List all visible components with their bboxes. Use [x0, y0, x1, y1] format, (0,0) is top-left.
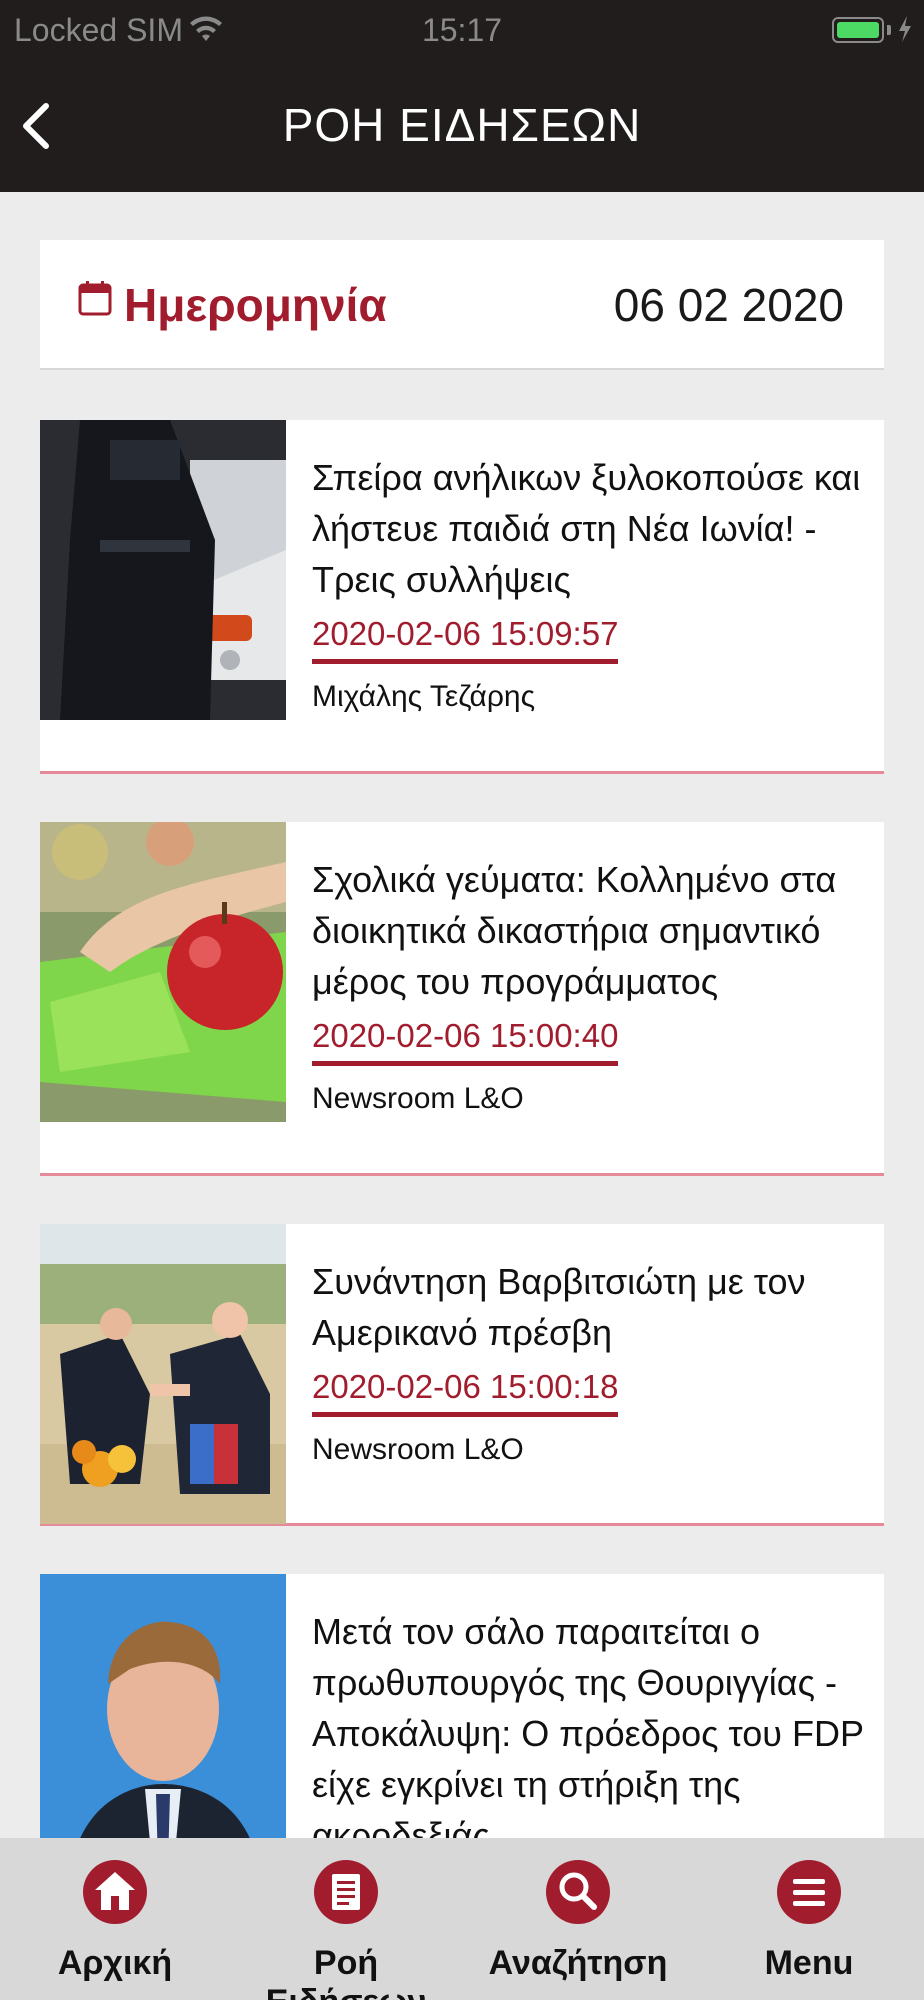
news-item[interactable]: Συνάντηση Βαρβιτσιώτη με τον Αμερικανό π…	[40, 1224, 884, 1526]
news-author: Newsroom L&O	[312, 1433, 524, 1466]
news-author: Newsroom L&O	[312, 1082, 524, 1115]
news-timestamp: 2020-02-06 15:00:40	[312, 1017, 619, 1066]
news-feed-icon	[314, 1860, 378, 1924]
news-timestamp: 2020-02-06 15:09:57	[312, 615, 619, 664]
tab-menu[interactable]: Menu	[714, 1838, 904, 2000]
news-thumbnail	[40, 1574, 286, 1874]
tab-label: Menu	[764, 1944, 854, 1982]
news-thumbnail	[40, 1224, 286, 1524]
bottom-tab-bar: Αρχική Ροή Ειδήσεων Αναζήτηση	[0, 1838, 924, 2000]
battery-icon	[832, 17, 884, 43]
tab-news-feed[interactable]: Ροή Ειδήσεων	[230, 1838, 462, 2000]
page-title: ΡΟΗ ΕΙΔΗΣΕΩΝ	[282, 99, 642, 151]
calendar-icon	[78, 281, 112, 316]
search-icon	[546, 1860, 610, 1924]
news-item[interactable]: Σχολικά γεύματα: Κολλημένο στα διοικητικ…	[40, 822, 884, 1176]
status-bar: Locked SIM 15:17	[0, 0, 924, 62]
tab-home[interactable]: Αρχική	[20, 1838, 210, 2000]
date-label: Ημερομηνία	[124, 279, 387, 331]
tab-search[interactable]: Αναζήτηση	[480, 1838, 676, 2000]
home-icon	[83, 1860, 147, 1924]
charging-bolt-icon	[899, 16, 911, 42]
date-filter-card[interactable]: Ημερομηνία 06 02 2020	[40, 240, 884, 370]
news-title[interactable]: Σπείρα ανήλικων ξυλοκοπούσε και λήστευε …	[312, 452, 868, 605]
news-title[interactable]: Συνάντηση Βαρβιτσιώτη με τον Αμερικανό π…	[312, 1256, 868, 1358]
date-value[interactable]: 06 02 2020	[614, 278, 844, 332]
battery-cap	[887, 25, 891, 35]
tab-label: Ροή Ειδήσεων	[266, 1944, 427, 2000]
news-item[interactable]: Σπείρα ανήλικων ξυλοκοπούσε και λήστευε …	[40, 420, 884, 774]
news-title[interactable]: Μετά τον σάλο παραιτείται ο πρωθυπουργός…	[312, 1606, 868, 1861]
news-thumbnail	[40, 822, 286, 1122]
app-header: Locked SIM 15:17 ΡΟΗ ΕΙΔΗΣΕΩΝ	[0, 0, 924, 192]
tab-label: Αναζήτηση	[488, 1944, 668, 1982]
news-author: Μιχάλης Τεζάρης	[312, 680, 536, 713]
news-title[interactable]: Σχολικά γεύματα: Κολλημένο στα διοικητικ…	[312, 854, 868, 1007]
menu-icon	[777, 1860, 841, 1924]
news-thumbnail	[40, 420, 286, 720]
clock: 15:17	[421, 12, 503, 48]
news-timestamp: 2020-02-06 15:00:18	[312, 1368, 619, 1417]
tab-label: Αρχική	[57, 1944, 173, 1982]
